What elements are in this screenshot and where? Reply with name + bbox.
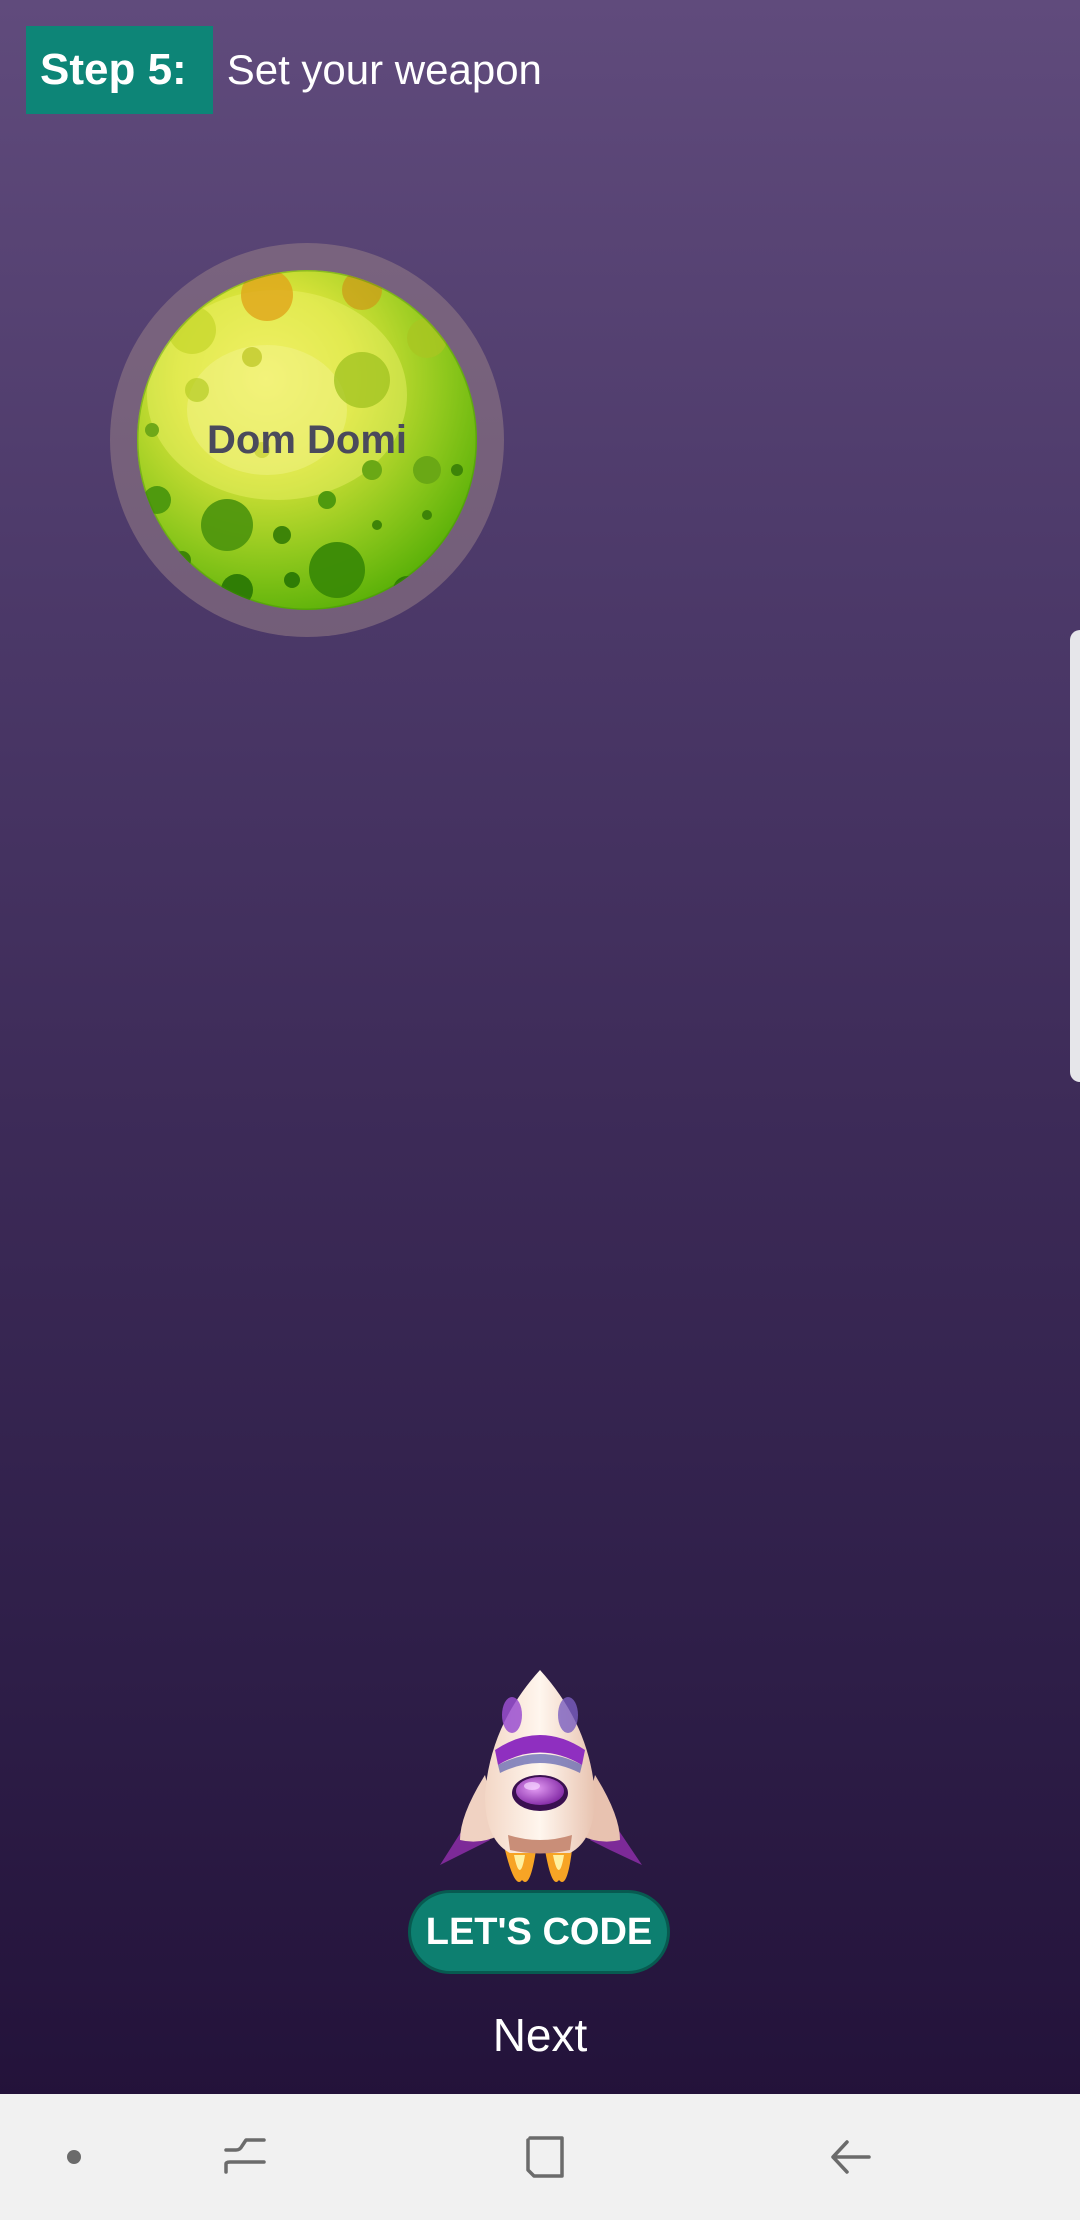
rocket-icon — [440, 1670, 642, 1882]
step-header: Step 5: Set your weapon — [26, 26, 542, 114]
app-screen: Step 5: Set your weapon Dom Domi LET'S C… — [0, 0, 1080, 2220]
next-button[interactable]: Next — [0, 2008, 1080, 2062]
planet-name: Dom Domi — [207, 417, 407, 462]
planet-selection[interactable]: Dom Domi — [110, 243, 504, 637]
dot-icon[interactable] — [44, 2094, 104, 2220]
planet: Dom Domi — [137, 270, 477, 610]
lets-code-button[interactable]: LET'S CODE — [408, 1890, 670, 1974]
recent-apps-icon[interactable] — [210, 2094, 280, 2220]
step-badge: Step 5: — [26, 26, 213, 114]
back-icon[interactable] — [815, 2094, 885, 2220]
step-title: Set your weapon — [226, 46, 542, 93]
home-icon[interactable] — [510, 2094, 580, 2220]
edge-panel-handle[interactable] — [1070, 630, 1080, 1082]
system-navigation-bar — [0, 2094, 1080, 2220]
